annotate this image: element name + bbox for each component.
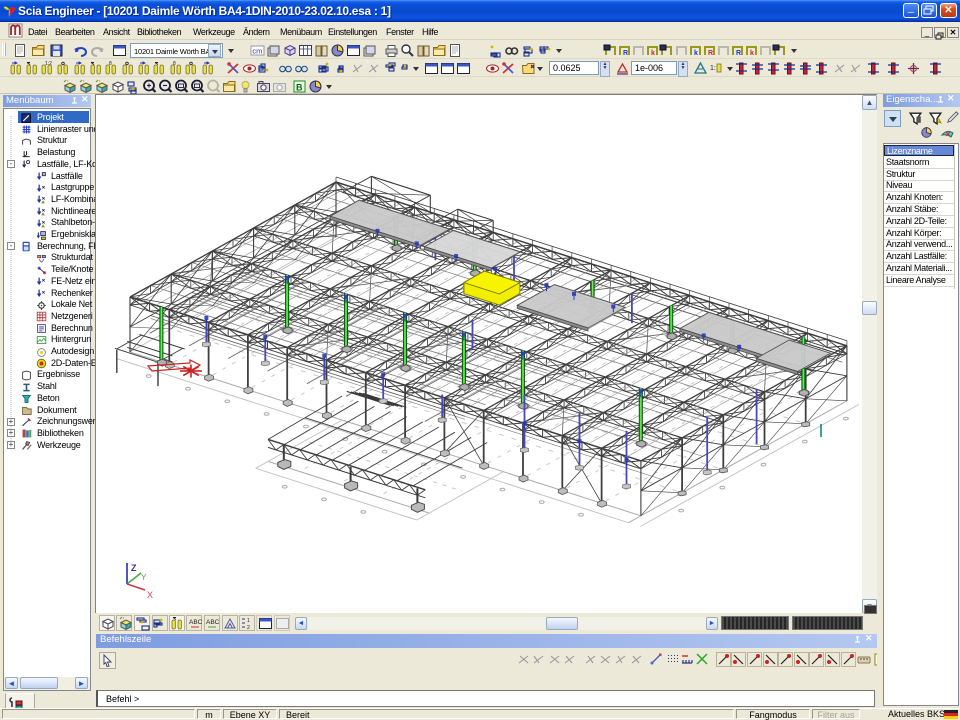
svg-text:k: k — [651, 50, 655, 57]
svg-text:ABC: ABC — [206, 619, 220, 626]
svg-text:8: 8 — [109, 61, 112, 67]
svg-text:cm: cm — [252, 47, 262, 56]
svg-text:k: k — [694, 50, 698, 57]
svg-text:R: R — [736, 50, 741, 57]
svg-text:R: R — [623, 50, 628, 57]
svg-text:2: 2 — [247, 625, 250, 631]
svg-text:B: B — [296, 83, 303, 93]
svg-text:ABC: ABC — [189, 619, 203, 626]
svg-text:1:: 1: — [710, 65, 716, 72]
svg-text:X: X — [147, 590, 153, 600]
svg-text:k: k — [750, 50, 754, 57]
svg-text:Z: Z — [131, 563, 137, 573]
svg-text:1:2: 1:2 — [45, 61, 52, 67]
svg-text:1: 1 — [247, 618, 250, 624]
svg-text:Y: Y — [141, 573, 147, 582]
svg-text:8: 8 — [173, 61, 176, 67]
svg-text:R: R — [708, 50, 713, 57]
